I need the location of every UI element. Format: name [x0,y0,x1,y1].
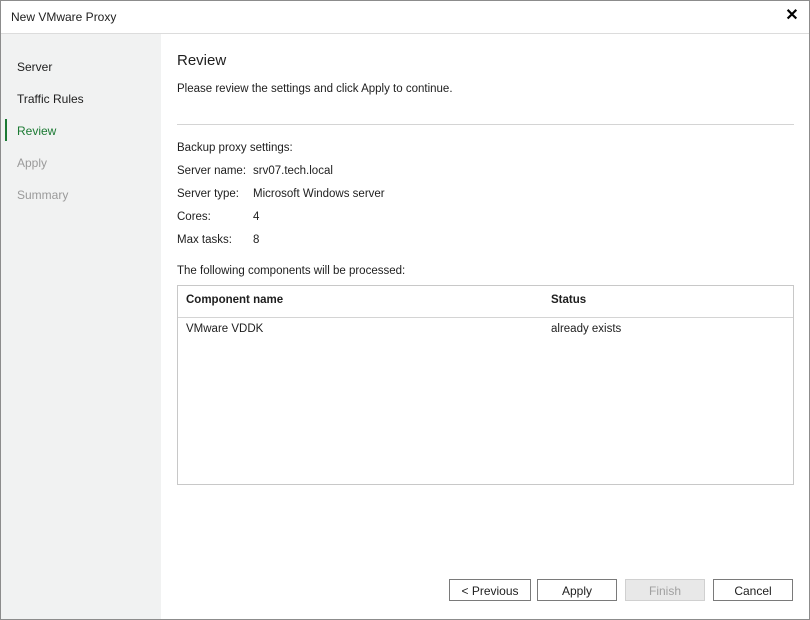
components-label: The following components will be process… [177,265,406,277]
step-apply: Apply [17,156,48,170]
server-name-value: srv07.tech.local [253,165,333,177]
wizard-window: New VMware Proxy ✕ Server Traffic Rules … [0,0,810,620]
finish-button: Finish [625,579,705,601]
page-description: Please review the settings and click App… [177,83,453,95]
step-traffic-rules[interactable]: Traffic Rules [17,92,84,106]
step-summary: Summary [17,188,69,202]
title-bar: New VMware Proxy ✕ [1,1,809,34]
max-tasks-value: 8 [253,234,260,246]
wizard-steps-sidebar: Server Traffic Rules Review Apply Summar… [1,34,161,619]
column-header-status[interactable]: Status [551,294,586,306]
components-table[interactable]: Component name Status VMware VDDK alread… [177,285,794,485]
column-header-component-name[interactable]: Component name [186,294,283,306]
cores-value: 4 [253,211,260,223]
max-tasks-label: Max tasks: [177,234,232,246]
apply-button[interactable]: Apply [537,579,617,601]
component-name-cell: VMware VDDK [186,323,264,335]
current-step-marker [5,119,7,141]
window-title: New VMware Proxy [11,10,117,24]
step-review[interactable]: Review [17,124,56,138]
component-status-cell: already exists [551,323,622,335]
cores-label: Cores: [177,211,211,223]
previous-button[interactable]: < Previous [449,579,531,601]
table-header: Component name Status [178,286,793,318]
settings-label: Backup proxy settings: [177,142,293,154]
server-name-label: Server name: [177,165,247,177]
page-title: Review [177,52,227,69]
cancel-button[interactable]: Cancel [713,579,793,601]
step-server[interactable]: Server [17,60,52,74]
server-type-value: Microsoft Windows server [253,188,385,200]
close-icon[interactable]: ✕ [781,5,803,27]
header-divider [177,124,794,125]
server-type-label: Server type: [177,188,239,200]
